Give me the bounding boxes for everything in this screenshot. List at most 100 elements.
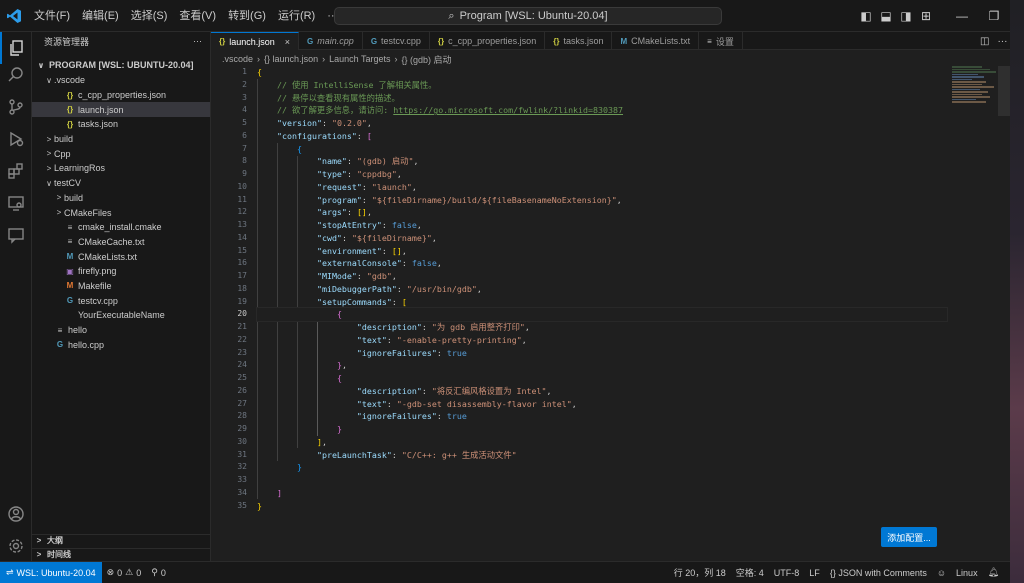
code-line[interactable]: { bbox=[257, 143, 947, 156]
code-line[interactable]: }, bbox=[257, 359, 947, 372]
add-configuration-button[interactable]: 添加配置... bbox=[881, 527, 937, 547]
code-line[interactable]: "description": "将反汇编风格设置为 Intel", bbox=[257, 385, 947, 398]
code-editor[interactable]: 1 2 3 4 5 6 7 8 9 10 11 12 13 14 15 16 17 18 19 20 21 22 23 24 2… bbox=[211, 66, 1010, 561]
close-icon[interactable]: × bbox=[285, 37, 290, 47]
ports-indicator[interactable]: ⚲ 0 bbox=[146, 567, 171, 578]
code-line[interactable]: "externalConsole": false, bbox=[257, 257, 947, 270]
tree-item[interactable]: M CMakeLists.txt bbox=[32, 249, 210, 264]
notifications-icon[interactable]: 🔔︎ bbox=[983, 567, 1004, 578]
code-line[interactable]: "configurations": [ bbox=[257, 130, 947, 143]
editor-tab[interactable]: Gtestcv.cpp bbox=[363, 32, 430, 50]
editor-tab[interactable]: ≡ 设置 bbox=[699, 32, 743, 50]
code-line[interactable]: "cwd": "${fileDirname}", bbox=[257, 232, 947, 245]
minimap[interactable] bbox=[952, 66, 998, 126]
editor-tab[interactable]: {} c_cpp_properties.json bbox=[430, 32, 546, 50]
code-line[interactable]: } bbox=[257, 500, 947, 513]
remote-explorer-icon[interactable] bbox=[0, 187, 32, 219]
toggle-secondary-sidebar-icon[interactable]: ◨ bbox=[900, 9, 912, 23]
minimize-icon[interactable]: — bbox=[946, 9, 978, 23]
run-debug-icon[interactable] bbox=[0, 123, 32, 155]
workspace-root[interactable]: ∨ PROGRAM [WSL: UBUNTU-20.04] bbox=[32, 57, 210, 73]
code-line[interactable]: "version": "0.2.0", bbox=[257, 117, 947, 130]
code-line[interactable]: // 欲了解更多信息，请访问: https://go.microsoft.com… bbox=[257, 104, 947, 117]
code-line[interactable]: { bbox=[257, 372, 947, 385]
code-line[interactable]: "name": "(gdb) 启动", bbox=[257, 155, 947, 168]
tree-item[interactable]: > LearningRos bbox=[32, 161, 210, 176]
tree-item[interactable]: ≡ cmake_install.cmake bbox=[32, 220, 210, 235]
code-line[interactable]: "program": "${fileDirname}/build/${fileB… bbox=[257, 194, 947, 207]
tree-item[interactable]: > Cpp bbox=[32, 146, 210, 161]
tree-item[interactable]: {} tasks.json bbox=[32, 117, 210, 132]
outline-section[interactable]: > 大纲 bbox=[32, 534, 211, 546]
end-of-line[interactable]: LF bbox=[804, 568, 825, 578]
editor-tab[interactable]: Gmain.cpp bbox=[299, 32, 363, 50]
breadcrumb-item[interactable]: .vscode bbox=[222, 54, 253, 64]
accounts-icon[interactable] bbox=[0, 498, 32, 530]
code-line[interactable]: } bbox=[257, 461, 947, 474]
tree-item[interactable]: > CMakeFiles bbox=[32, 205, 210, 220]
settings-gear-icon[interactable] bbox=[0, 530, 32, 562]
search-icon[interactable] bbox=[0, 59, 32, 91]
editor-scrollbar[interactable] bbox=[998, 66, 1010, 116]
code-line[interactable]: "miDebuggerPath": "/usr/bin/gdb", bbox=[257, 283, 947, 296]
extensions-icon[interactable] bbox=[0, 155, 32, 187]
problems-indicator[interactable]: ⊗ 0 ⚠ 0 bbox=[102, 567, 147, 578]
remote-indicator[interactable]: ⇌ WSL: Ubuntu-20.04 bbox=[0, 562, 102, 583]
tree-item[interactable]: {} launch.json bbox=[32, 102, 210, 118]
code-line[interactable]: { bbox=[256, 307, 948, 322]
editor-tab[interactable]: {} tasks.json bbox=[545, 32, 613, 50]
code-line[interactable]: // 悬停以查看现有属性的描述。 bbox=[257, 92, 947, 105]
tree-item[interactable]: YourExecutableName bbox=[32, 308, 210, 323]
code-line[interactable]: "type": "cppdbg", bbox=[257, 168, 947, 181]
code-line[interactable]: "environment": [], bbox=[257, 245, 947, 258]
code-line[interactable]: "preLaunchTask": "C/C++: g++ 生成活动文件" bbox=[257, 449, 947, 462]
menu-item[interactable]: 编辑(E) bbox=[76, 0, 125, 32]
tree-item[interactable]: Gtestcv.cpp bbox=[32, 293, 210, 308]
maximize-icon[interactable]: ❐ bbox=[978, 9, 1010, 23]
tree-item[interactable]: > build bbox=[32, 191, 210, 206]
tree-item[interactable]: ∨ .vscode bbox=[32, 73, 210, 88]
menu-item[interactable]: 转到(G) bbox=[222, 0, 272, 32]
menu-item[interactable]: 选择(S) bbox=[125, 0, 174, 32]
breadcrumb-item[interactable]: {} (gdb) 启动 bbox=[401, 53, 451, 66]
code-line[interactable]: "text": "-enable-pretty-printing", bbox=[257, 334, 947, 347]
cursor-position[interactable]: 行 20，列 18 bbox=[669, 566, 731, 579]
breadcrumb-item[interactable]: Launch Targets bbox=[329, 54, 390, 64]
code-line[interactable]: ], bbox=[257, 436, 947, 449]
code-line[interactable]: ] bbox=[257, 487, 947, 500]
menu-item[interactable]: 查看(V) bbox=[173, 0, 222, 32]
tree-item[interactable]: ▣ firefly.png bbox=[32, 264, 210, 279]
more-actions-icon[interactable]: ··· bbox=[997, 36, 1007, 47]
code-line[interactable]: // 使用 IntelliSense 了解相关属性。 bbox=[257, 79, 947, 92]
customize-layout-icon[interactable]: ⊞ bbox=[920, 9, 932, 23]
code-line[interactable]: { bbox=[257, 66, 947, 79]
code-line[interactable]: "MIMode": "gdb", bbox=[257, 270, 947, 283]
editor-tab[interactable]: {} launch.json × bbox=[211, 32, 300, 50]
code-line[interactable]: "description": "为 gdb 启用整齐打印", bbox=[257, 321, 947, 334]
code-line[interactable]: "stopAtEntry": false, bbox=[257, 219, 947, 232]
tree-item[interactable]: ≡ CMakeCache.txt bbox=[32, 235, 210, 250]
timeline-section[interactable]: > 时间线 bbox=[32, 548, 211, 560]
toggle-panel-icon[interactable]: ⬓ bbox=[880, 9, 892, 23]
tree-item[interactable]: ∨ testCV bbox=[32, 176, 210, 191]
code-line[interactable]: "request": "launch", bbox=[257, 181, 947, 194]
code-line[interactable]: "setupCommands": [ bbox=[257, 296, 947, 309]
menu-item[interactable]: 运行(R) bbox=[272, 0, 321, 32]
code-content[interactable]: { // 使用 IntelliSense 了解相关属性。 // 悬停以查看现有属… bbox=[256, 66, 948, 513]
editor-tab[interactable]: M CMakeLists.txt bbox=[612, 32, 700, 50]
indentation[interactable]: 空格: 4 bbox=[731, 566, 769, 579]
code-line[interactable]: "ignoreFailures": true bbox=[257, 410, 947, 423]
menu-item[interactable]: 文件(F) bbox=[28, 0, 76, 32]
os-indicator[interactable]: Linux bbox=[951, 568, 983, 578]
tree-item[interactable]: > build bbox=[32, 132, 210, 147]
more-actions-icon[interactable]: ··· bbox=[193, 36, 202, 46]
feedback-icon[interactable]: ☺ bbox=[932, 568, 951, 578]
toggle-primary-sidebar-icon[interactable]: ◧ bbox=[860, 9, 872, 23]
breadcrumb-item[interactable]: {} launch.json bbox=[264, 54, 318, 64]
source-control-icon[interactable] bbox=[0, 91, 32, 123]
code-line[interactable] bbox=[257, 474, 947, 487]
code-line[interactable]: "args": [], bbox=[257, 206, 947, 219]
tree-item[interactable]: {} c_cpp_properties.json bbox=[32, 88, 210, 103]
command-center[interactable]: ⌕ Program [WSL: Ubuntu-20.04] bbox=[334, 7, 722, 25]
tree-item[interactable]: ≡ hello bbox=[32, 323, 210, 338]
